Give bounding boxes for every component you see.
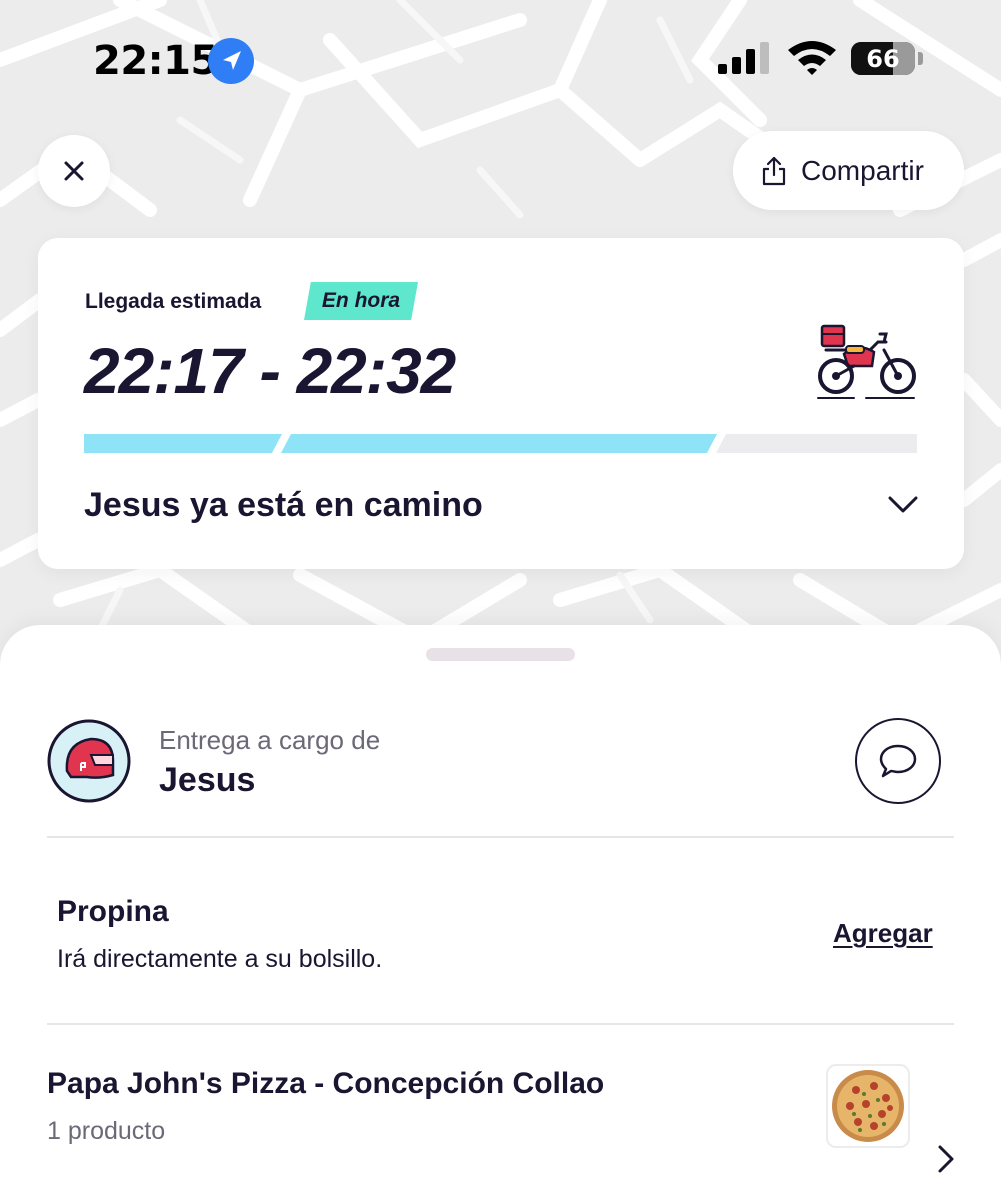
- divider: [47, 836, 954, 838]
- tip-description: Irá directamente a su bolsillo.: [57, 945, 383, 973]
- battery-icon: 66: [851, 42, 915, 75]
- order-thumbnail[interactable]: [826, 1064, 910, 1148]
- eta-label: Llegada estimada: [85, 290, 262, 313]
- close-button[interactable]: [38, 135, 110, 207]
- store-name[interactable]: Papa John's Pizza - Concepción Collao: [47, 1067, 604, 1101]
- delivery-by-label: Entrega a cargo de: [159, 725, 381, 755]
- status-time: 22:15: [93, 38, 218, 84]
- share-label: Compartir: [801, 154, 924, 186]
- divider: [47, 1023, 954, 1025]
- battery-percent: 66: [866, 44, 900, 73]
- chevron-right-icon[interactable]: [935, 1143, 957, 1175]
- cellular-signal-icon: [718, 42, 769, 74]
- pizza-icon: [832, 1070, 904, 1142]
- add-tip-link[interactable]: Agregar: [833, 918, 933, 949]
- eta-time-range: 22:17 - 22:32: [84, 335, 456, 407]
- on-time-badge: En hora: [304, 282, 418, 320]
- close-icon: [64, 161, 84, 181]
- share-button[interactable]: Compartir: [733, 131, 964, 210]
- courier-name: Jesus: [159, 761, 256, 799]
- chat-bubble-icon: [879, 744, 917, 778]
- chat-button[interactable]: [855, 718, 941, 804]
- sheet-grabber[interactable]: [426, 648, 575, 661]
- progress-step-2: [281, 434, 717, 453]
- wifi-icon: [788, 41, 836, 75]
- battery-nub: [918, 52, 923, 65]
- chevron-down-icon[interactable]: [886, 492, 920, 516]
- eta-card[interactable]: Llegada estimada En hora 22:17 - 22:32 J…: [38, 238, 964, 569]
- product-count: 1 producto: [47, 1117, 166, 1145]
- progress-step-3: [716, 434, 917, 453]
- helmet-icon: [47, 719, 131, 803]
- courier-status-text: Jesus ya está en camino: [84, 486, 483, 524]
- status-bar: 22:15 66: [0, 0, 1001, 120]
- progress-step-1: [84, 434, 282, 453]
- delivery-progress-bar: [84, 434, 917, 453]
- order-bottom-sheet[interactable]: Entrega a cargo de Jesus Propina Irá dir…: [0, 625, 1001, 1200]
- tip-title: Propina: [57, 895, 169, 928]
- delivery-motorbike-icon: [817, 324, 916, 399]
- share-icon: [762, 156, 786, 185]
- location-arrow-icon: [208, 38, 254, 84]
